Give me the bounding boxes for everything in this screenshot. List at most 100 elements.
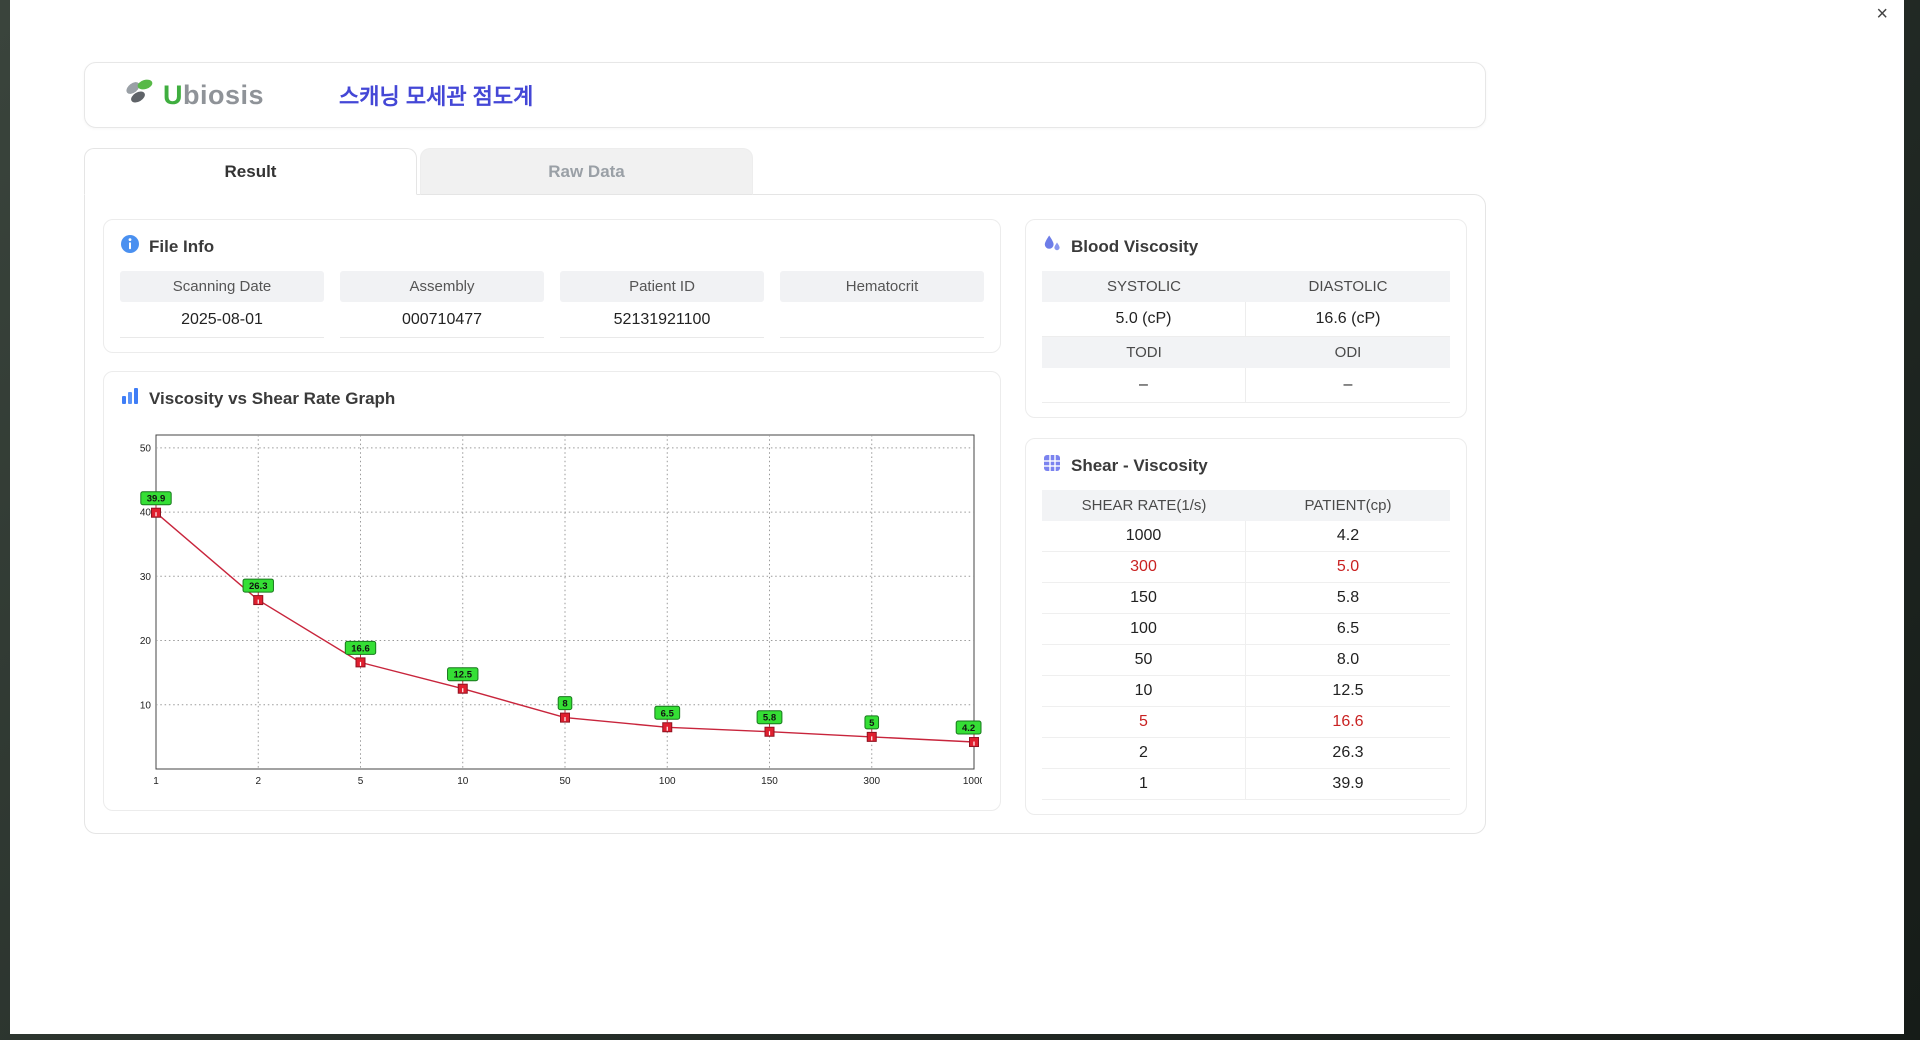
field-value	[780, 302, 984, 338]
column-shear-rate: SHEAR RATE(1/s)	[1042, 490, 1246, 521]
field-value: 52131921100	[560, 302, 764, 338]
svg-text:30: 30	[140, 572, 152, 583]
content-area: Ubiosis 스캐닝 모세관 점도계 Result Raw Data	[84, 62, 1486, 834]
grid-table-icon	[1042, 453, 1062, 478]
field-label: Hematocrit	[780, 271, 984, 302]
shear-viscosity-card: Shear - Viscosity SHEAR RATE(1/s) PATIEN…	[1025, 438, 1467, 815]
patient-viscosity-value: 12.5	[1246, 676, 1450, 706]
shear-viscosity-row: 508.0	[1042, 645, 1450, 676]
shear-rate-value: 150	[1042, 583, 1246, 613]
shear-viscosity-row: 516.6	[1042, 707, 1450, 738]
svg-text:12.5: 12.5	[454, 670, 473, 681]
logo-accent-letter: U	[163, 80, 183, 110]
file-info-fields: Scanning Date 2025-08-01 Assembly 000710…	[120, 271, 984, 338]
shear-rate-value: 1000	[1042, 521, 1246, 551]
shear-viscosity-row: 139.9	[1042, 769, 1450, 800]
field-hematocrit: Hematocrit	[780, 271, 984, 338]
svg-text:10: 10	[457, 776, 469, 787]
patient-viscosity-value: 4.2	[1246, 521, 1450, 551]
file-info-title-row: File Info	[120, 234, 984, 259]
shear-viscosity-row: 3005.0	[1042, 552, 1450, 583]
tab-result[interactable]: Result	[84, 148, 417, 195]
right-column: Blood Viscosity SYSTOLIC DIASTOLIC 5.0 (…	[1025, 219, 1467, 815]
bv-header-todi: TODI	[1042, 337, 1246, 368]
svg-text:150: 150	[761, 776, 778, 787]
water-drop-icon	[1042, 234, 1062, 259]
shear-viscosity-body: 10004.23005.01505.81006.5508.01012.5516.…	[1042, 521, 1450, 800]
shear-rate-value: 300	[1042, 552, 1246, 582]
shear-viscosity-header: SHEAR RATE(1/s) PATIENT(cp)	[1042, 490, 1450, 521]
svg-text:100: 100	[659, 776, 676, 787]
blood-viscosity-table: SYSTOLIC DIASTOLIC 5.0 (cP) 16.6 (cP) TO…	[1042, 271, 1450, 403]
svg-text:26.3: 26.3	[249, 581, 268, 592]
svg-text:1000: 1000	[963, 776, 982, 787]
shear-rate-value: 100	[1042, 614, 1246, 644]
shear-rate-value: 1	[1042, 769, 1246, 799]
bv-value-todi: –	[1042, 368, 1246, 403]
graph-title: Viscosity vs Shear Rate Graph	[149, 389, 395, 409]
main-panel: File Info Scanning Date 2025-08-01 Assem…	[84, 194, 1486, 834]
field-label: Scanning Date	[120, 271, 324, 302]
svg-text:5: 5	[869, 718, 875, 729]
patient-viscosity-value: 39.9	[1246, 769, 1450, 799]
app-title: 스캐닝 모세관 점도계	[339, 79, 533, 111]
column-patient: PATIENT(cp)	[1246, 490, 1450, 521]
field-patient-id: Patient ID 52131921100	[560, 271, 764, 338]
field-value: 2025-08-01	[120, 302, 324, 338]
patient-viscosity-value: 26.3	[1246, 738, 1450, 768]
svg-text:20: 20	[140, 636, 152, 647]
shear-viscosity-row: 226.3	[1042, 738, 1450, 769]
graph-title-row: Viscosity vs Shear Rate Graph	[120, 386, 984, 411]
tab-bar: Result Raw Data	[84, 148, 1486, 195]
svg-text:300: 300	[863, 776, 880, 787]
bv-value-diastolic: 16.6 (cP)	[1246, 302, 1450, 337]
svg-text:6.5: 6.5	[661, 708, 675, 719]
close-button[interactable]: ×	[1872, 2, 1892, 26]
shear-viscosity-row: 1012.5	[1042, 676, 1450, 707]
bv-value-odi: –	[1246, 368, 1450, 403]
bv-header-systolic: SYSTOLIC	[1042, 271, 1246, 302]
leaf-logo-icon	[123, 77, 159, 114]
logo-rest: biosis	[183, 80, 264, 110]
tab-raw-data[interactable]: Raw Data	[420, 148, 753, 195]
shear-viscosity-row: 1505.8	[1042, 583, 1450, 614]
logo-text: Ubiosis	[163, 80, 264, 111]
ubiosis-logo: Ubiosis	[123, 77, 319, 114]
svg-text:50: 50	[559, 776, 571, 787]
viscosity-chart-svg: 10203040501251050100150300100039.926.316…	[122, 423, 982, 795]
shear-viscosity-row: 1006.5	[1042, 614, 1450, 645]
bar-chart-icon	[120, 386, 140, 411]
svg-text:40: 40	[140, 508, 152, 519]
svg-text:4.2: 4.2	[962, 723, 975, 734]
file-info-card: File Info Scanning Date 2025-08-01 Assem…	[103, 219, 1001, 353]
field-scanning-date: Scanning Date 2025-08-01	[120, 271, 324, 338]
viscosity-chart: 10203040501251050100150300100039.926.316…	[120, 423, 984, 800]
app-window: × Ubiosis 스캐닝 모세관 점도계 Result Raw Data	[10, 0, 1904, 1034]
svg-text:8: 8	[562, 699, 567, 710]
field-label: Patient ID	[560, 271, 764, 302]
svg-text:16.6: 16.6	[351, 643, 370, 654]
field-value: 000710477	[340, 302, 544, 338]
field-label: Assembly	[340, 271, 544, 302]
blood-viscosity-title: Blood Viscosity	[1071, 237, 1198, 257]
viscosity-graph-card: Viscosity vs Shear Rate Graph 10 20 30 40 50…	[103, 371, 1001, 811]
patient-viscosity-value: 16.6	[1246, 707, 1450, 737]
bv-header-odi: ODI	[1246, 337, 1450, 368]
shear-rate-value: 50	[1042, 645, 1246, 675]
header-card: Ubiosis 스캐닝 모세관 점도계	[84, 62, 1486, 128]
svg-text:50: 50	[140, 443, 152, 454]
field-assembly: Assembly 000710477	[340, 271, 544, 338]
bv-value-systolic: 5.0 (cP)	[1042, 302, 1246, 337]
shear-viscosity-row: 10004.2	[1042, 521, 1450, 552]
left-column: File Info Scanning Date 2025-08-01 Assem…	[103, 219, 1001, 815]
patient-viscosity-value: 6.5	[1246, 614, 1450, 644]
svg-text:5: 5	[358, 776, 364, 787]
svg-text:10: 10	[140, 700, 152, 711]
patient-viscosity-value: 5.0	[1246, 552, 1450, 582]
blood-viscosity-card: Blood Viscosity SYSTOLIC DIASTOLIC 5.0 (…	[1025, 219, 1467, 418]
svg-text:5.8: 5.8	[763, 713, 776, 724]
shear-rate-value: 2	[1042, 738, 1246, 768]
patient-viscosity-value: 5.8	[1246, 583, 1450, 613]
file-info-title: File Info	[149, 237, 214, 257]
shear-rate-value: 5	[1042, 707, 1246, 737]
